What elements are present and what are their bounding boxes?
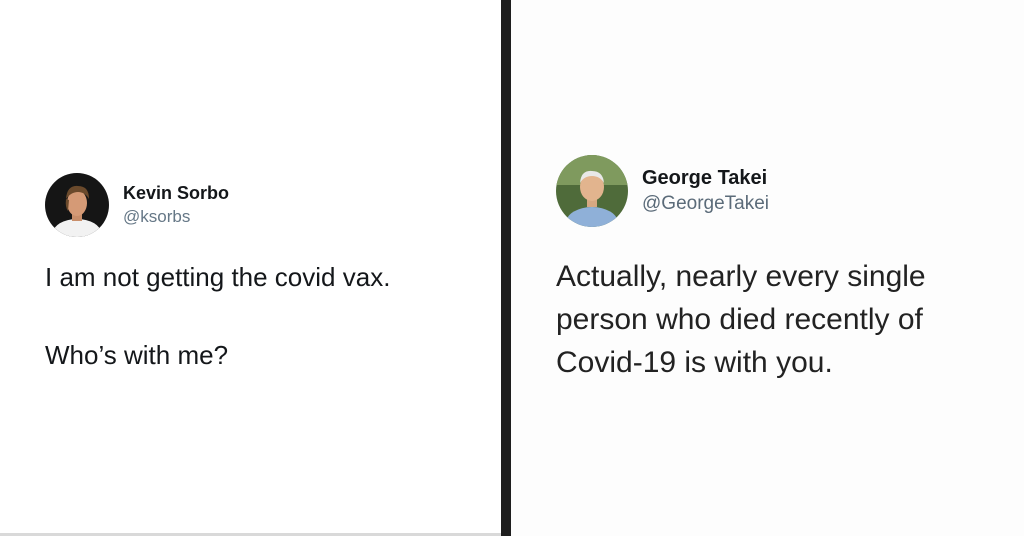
right-tweet-panel: George Takei @GeorgeTakei Actually, near… [511,0,1024,536]
tweet-card-george: George Takei @GeorgeTakei Actually, near… [556,155,1016,384]
person-avatar-icon[interactable] [556,155,628,227]
display-name[interactable]: George Takei [642,166,769,190]
tweet-header: George Takei @GeorgeTakei [556,155,1016,227]
tweet-card-kevin: Kevin Sorbo @ksorbs I am not getting the… [45,173,485,371]
tweet-text-line: Actually, nearly every single [556,260,926,293]
meme-canvas: Kevin Sorbo @ksorbs I am not getting the… [0,0,1024,536]
tweet-author: Kevin Sorbo @ksorbs [123,183,229,228]
person-avatar-icon[interactable] [45,173,109,237]
tweet-text-line: person who died recently of [556,303,923,336]
panel-divider [501,0,511,536]
user-handle[interactable]: @GeorgeTakei [642,193,769,216]
tweet-text: Actually, nearly every single person who… [556,255,1016,384]
left-tweet-panel: Kevin Sorbo @ksorbs I am not getting the… [0,0,501,536]
tweet-text-line: Covid-19 is with you. [556,346,833,379]
tweet-text-line: I am not getting the covid vax. [45,262,391,292]
user-handle[interactable]: @ksorbs [123,207,229,227]
tweet-text-line: Who’s with me? [45,340,229,370]
display-name[interactable]: Kevin Sorbo [123,183,229,205]
tweet-header: Kevin Sorbo @ksorbs [45,173,485,237]
tweet-text: I am not getting the covid vax. Who’s wi… [45,261,485,371]
tweet-author: George Takei @GeorgeTakei [642,166,769,216]
